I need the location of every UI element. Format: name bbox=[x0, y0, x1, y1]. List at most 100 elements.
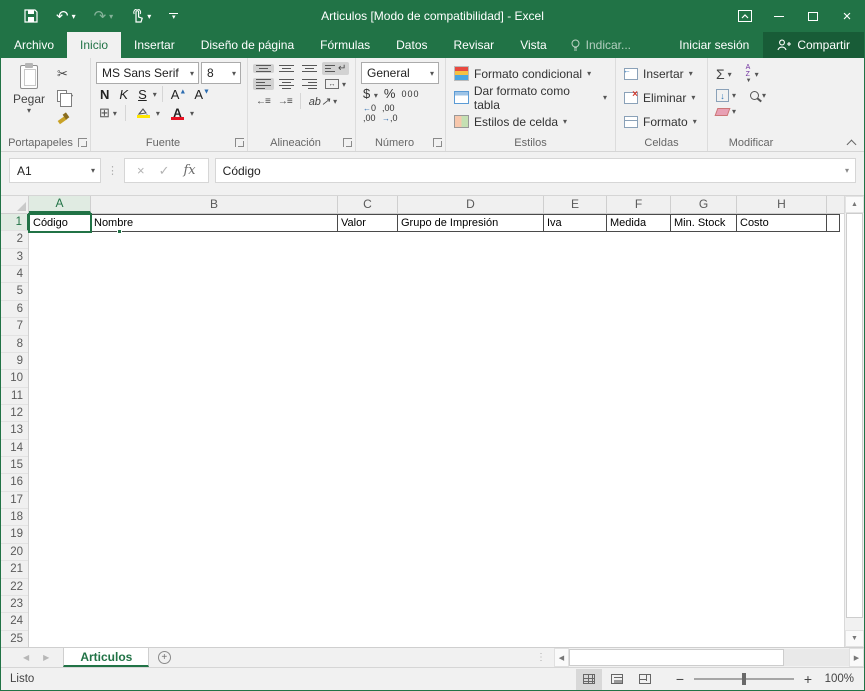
sort-filter-button[interactable]: AZ▾ bbox=[743, 63, 762, 85]
select-all-button[interactable] bbox=[1, 196, 29, 213]
decrease-decimal-button[interactable]: ,00→,0 bbox=[382, 103, 398, 123]
tab-vista[interactable]: Vista bbox=[507, 32, 559, 58]
shrink-font-button[interactable]: A▼ bbox=[191, 87, 213, 102]
increase-indent-button[interactable]: →≡ bbox=[275, 95, 295, 108]
row-header[interactable]: 22 bbox=[1, 579, 28, 596]
scroll-right-button[interactable]: ▶ bbox=[849, 648, 864, 667]
row-header[interactable]: 13 bbox=[1, 422, 28, 439]
row-header[interactable]: 10 bbox=[1, 370, 28, 387]
align-center-button[interactable] bbox=[276, 78, 297, 90]
vertical-scroll-thumb[interactable] bbox=[846, 213, 863, 618]
font-size-combo[interactable]: 8▾ bbox=[201, 62, 241, 84]
column-header-g[interactable]: G bbox=[671, 196, 737, 213]
row-header[interactable]: 5 bbox=[1, 283, 28, 300]
formula-input[interactable]: Código▾ bbox=[215, 158, 856, 183]
underline-dropdown[interactable]: ▾ bbox=[153, 90, 157, 99]
cell-b1[interactable]: Nombre bbox=[91, 214, 338, 232]
tab-scrollbar-splitter[interactable]: ⋮ bbox=[528, 648, 554, 667]
cell-f1[interactable]: Medida bbox=[607, 214, 671, 232]
tab-diseno-de-pagina[interactable]: Diseño de página bbox=[188, 32, 307, 58]
fill-handle[interactable] bbox=[117, 229, 122, 234]
tell-me-box[interactable]: Indicar... bbox=[560, 32, 641, 58]
horizontal-scroll-thumb[interactable] bbox=[569, 649, 784, 666]
column-header-b[interactable]: B bbox=[91, 196, 338, 213]
row-header[interactable]: 9 bbox=[1, 353, 28, 370]
scroll-down-button[interactable]: ▼ bbox=[845, 630, 864, 647]
comma-style-button[interactable]: 000 bbox=[401, 89, 419, 99]
next-sheet-button[interactable]: ▶ bbox=[43, 653, 49, 662]
page-layout-view-button[interactable] bbox=[604, 669, 630, 690]
format-painter-button[interactable] bbox=[54, 108, 76, 128]
grow-font-button[interactable]: A▲ bbox=[168, 87, 190, 102]
column-header-f[interactable]: F bbox=[607, 196, 671, 213]
tab-insertar[interactable]: Insertar bbox=[121, 32, 188, 58]
align-top-button[interactable] bbox=[253, 64, 274, 73]
redo-button[interactable]: ↷▾ bbox=[87, 2, 121, 30]
font-name-combo[interactable]: MS Sans Serif▾ bbox=[96, 62, 199, 84]
scroll-left-button[interactable]: ◀ bbox=[554, 648, 569, 667]
number-format-combo[interactable]: General▾ bbox=[361, 62, 439, 84]
cells-area[interactable]: Código Nombre Valor Grupo de Impresión I… bbox=[29, 214, 844, 647]
new-sheet-button[interactable]: + bbox=[149, 648, 179, 667]
italic-button[interactable]: K bbox=[115, 87, 132, 102]
percent-style-button[interactable]: % bbox=[384, 86, 396, 101]
undo-button[interactable]: ↶▾ bbox=[49, 2, 83, 30]
row-header[interactable]: 2 bbox=[1, 231, 28, 248]
row-header[interactable]: 4 bbox=[1, 266, 28, 283]
ribbon-display-options-button[interactable] bbox=[728, 0, 762, 32]
dialog-launcher-icon[interactable] bbox=[78, 138, 87, 147]
row-header[interactable]: 25 bbox=[1, 631, 28, 648]
column-header-h[interactable]: H bbox=[737, 196, 827, 213]
find-select-button[interactable]: ▾ bbox=[747, 90, 769, 101]
column-header-a[interactable]: A bbox=[29, 196, 91, 213]
column-header-e[interactable]: E bbox=[544, 196, 607, 213]
formula-bar-splitter[interactable]: ⋮ bbox=[101, 164, 124, 177]
borders-button[interactable]: ⊞▾ bbox=[96, 104, 120, 122]
dialog-launcher-icon[interactable] bbox=[343, 138, 352, 147]
touch-mouse-mode-button[interactable]: ▾ bbox=[124, 2, 158, 30]
row-header[interactable]: 16 bbox=[1, 474, 28, 491]
row-header[interactable]: 19 bbox=[1, 526, 28, 543]
conditional-formatting-button[interactable]: Formato condicional▾ bbox=[451, 63, 610, 84]
row-header[interactable]: 20 bbox=[1, 544, 28, 561]
horizontal-scrollbar[interactable]: ◀ ▶ bbox=[554, 648, 864, 667]
insert-cells-button[interactable]: Insertar▾ bbox=[621, 63, 702, 84]
cell-a1-active[interactable]: Código bbox=[29, 214, 91, 232]
tab-archivo[interactable]: Archivo bbox=[1, 32, 67, 58]
tab-datos[interactable]: Datos bbox=[383, 32, 440, 58]
cell-i1-partial[interactable] bbox=[827, 214, 840, 232]
row-header[interactable]: 1 bbox=[1, 214, 29, 231]
zoom-in-button[interactable]: + bbox=[802, 671, 814, 687]
row-header[interactable]: 24 bbox=[1, 613, 28, 630]
autosum-button[interactable]: Σ▾ bbox=[713, 65, 735, 83]
tab-revisar[interactable]: Revisar bbox=[441, 32, 508, 58]
tab-formulas[interactable]: Fórmulas bbox=[307, 32, 383, 58]
cell-styles-button[interactable]: Estilos de celda▾ bbox=[451, 111, 610, 132]
maximize-button[interactable] bbox=[796, 0, 830, 32]
align-middle-button[interactable] bbox=[276, 64, 297, 73]
align-left-button[interactable] bbox=[253, 78, 274, 90]
currency-format-button[interactable]: $ ▾ bbox=[363, 86, 378, 101]
collapse-ribbon-icon[interactable] bbox=[847, 138, 856, 147]
zoom-slider[interactable] bbox=[694, 678, 794, 680]
fill-color-button[interactable]: ▾ bbox=[131, 107, 163, 119]
page-break-view-button[interactable] bbox=[632, 669, 658, 690]
close-button[interactable]: × bbox=[830, 0, 864, 32]
format-cells-button[interactable]: Formato▾ bbox=[621, 111, 702, 132]
font-color-button[interactable]: A ▾ bbox=[165, 106, 197, 121]
tab-inicio[interactable]: Inicio bbox=[67, 32, 121, 58]
expand-formula-bar-icon[interactable]: ▾ bbox=[845, 166, 855, 175]
align-bottom-button[interactable] bbox=[299, 64, 320, 73]
fill-button[interactable]: ↓▾ bbox=[713, 88, 739, 103]
cell-g1[interactable]: Min. Stock bbox=[671, 214, 737, 232]
merge-center-button[interactable]: ↔▾ bbox=[322, 78, 349, 90]
underline-button[interactable]: S bbox=[134, 87, 151, 102]
vertical-scrollbar[interactable]: ▲ ▼ bbox=[844, 196, 864, 647]
share-button[interactable]: Compartir bbox=[763, 32, 864, 58]
wrap-text-button[interactable]: ↵ bbox=[322, 62, 349, 75]
row-header[interactable]: 15 bbox=[1, 457, 28, 474]
sign-in-button[interactable]: Iniciar sesión bbox=[665, 32, 763, 58]
dialog-launcher-icon[interactable] bbox=[235, 138, 244, 147]
row-header[interactable]: 23 bbox=[1, 596, 28, 613]
column-header-d[interactable]: D bbox=[398, 196, 544, 213]
